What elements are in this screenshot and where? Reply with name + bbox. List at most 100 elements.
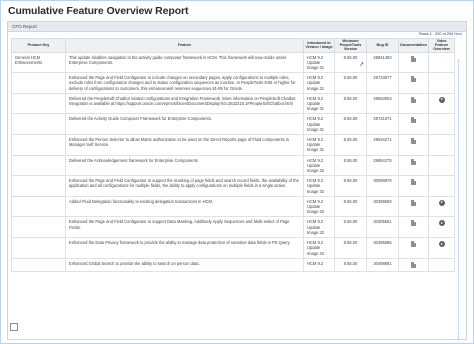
cell-product-key <box>11 92 66 115</box>
cell-product-key <box>11 237 66 259</box>
cell-video-overview <box>428 154 455 177</box>
cell-bug-id: 29721071 <box>366 113 399 136</box>
cell-documentation <box>398 216 429 239</box>
cell-video-overview <box>428 195 455 218</box>
table-row: Enhanced the Person Selector to allow Ma… <box>11 134 455 156</box>
cell-introduced-in: HCM 9.2 Update Image 31 <box>303 113 335 136</box>
table-row: Delivered the Activity Guide Composer Fr… <box>11 113 455 136</box>
cell-documentation <box>398 154 429 177</box>
panel-header: CFO Report <box>8 22 466 32</box>
column-header-introduced-in[interactable]: Introduced In Version / Image <box>303 38 335 53</box>
cell-feature: Delivered the Activity Guide Composer Fr… <box>65 113 304 136</box>
cell-introduced-in: HCM 9.2 <box>303 257 335 272</box>
play-video-icon[interactable] <box>438 241 445 248</box>
document-icon[interactable] <box>411 220 416 227</box>
cell-introduced-in: HCM 9.2 Update Image 31 <box>303 72 335 94</box>
cell-introduced-in: HCM 9.2 Update Image 32 <box>303 154 335 177</box>
cell-feature: Enhanced the Data Privacy framework to p… <box>65 237 304 259</box>
cell-bug-id: 29634271 <box>366 134 399 156</box>
table-header-row: Product Key Feature Introduced In Versio… <box>11 38 455 53</box>
table-row: Enhanced the Page and Field Configurator… <box>11 72 455 94</box>
cell-documentation <box>398 113 429 136</box>
cell-video-overview <box>428 175 455 197</box>
document-icon[interactable] <box>411 138 416 145</box>
cell-min-peopletools: 8.55.00 <box>334 154 367 177</box>
play-video-icon[interactable] <box>438 220 445 227</box>
column-header-min-peopletools[interactable]: Minimum PeopleTools Version <box>334 38 367 53</box>
table-row: Enhanced the Page and Field Configurator… <box>11 216 455 239</box>
cell-feature: Enhanced the Page and Field Configurator… <box>65 175 304 197</box>
row-select-checkbox[interactable] <box>10 323 18 331</box>
cell-feature: Delivered the Acknowledgement framework … <box>65 154 304 177</box>
cell-video-overview <box>428 92 455 115</box>
cell-feature: Delivered the PeopleSoft Chatbot related… <box>65 92 304 115</box>
cell-min-peopletools: 8.55.00 <box>334 195 367 218</box>
table-row: General HCM Enhancements This update disa… <box>11 51 455 74</box>
column-header-bug-id[interactable]: Bug ID <box>366 38 399 53</box>
table-row: Enhanced Global Search to provide the ab… <box>11 257 455 272</box>
document-icon[interactable] <box>411 55 416 62</box>
cell-product-key <box>11 113 66 136</box>
cell-documentation <box>398 92 429 115</box>
cell-video-overview <box>428 72 455 94</box>
cell-documentation <box>398 51 429 74</box>
cell-min-peopletools: 8.55.00 <box>334 216 367 239</box>
cell-video-overview <box>428 51 455 74</box>
cell-introduced-in: HCM 9.2 Update Image 33 <box>303 216 335 239</box>
cell-bug-id: 29653053 <box>366 92 399 115</box>
cell-product-key <box>11 257 66 272</box>
cell-bug-id: 29841483 <box>366 51 399 74</box>
document-icon[interactable] <box>411 117 416 124</box>
cell-product-key <box>11 216 66 239</box>
report-table: Product Key Feature Introduced In Versio… <box>11 38 455 272</box>
vertical-scrollbar[interactable] <box>458 60 461 339</box>
cell-video-overview <box>428 113 455 136</box>
cell-feature: Enhanced the Page and Field Configurator… <box>65 216 304 239</box>
play-video-icon[interactable] <box>438 96 445 103</box>
cell-product-key <box>11 134 66 156</box>
cell-video-overview <box>428 134 455 156</box>
document-icon[interactable] <box>411 76 416 83</box>
document-icon[interactable] <box>411 158 416 165</box>
document-icon[interactable] <box>411 199 416 206</box>
cell-min-peopletools: 8.55.00 <box>334 134 367 156</box>
cell-documentation <box>398 134 429 156</box>
column-header-documentation[interactable]: Documentation <box>398 38 429 53</box>
table-row: Enhanced the Page and Field Configurator… <box>11 175 455 197</box>
cell-bug-id: 29723877 <box>366 72 399 94</box>
document-icon[interactable] <box>411 179 416 186</box>
cell-product-key: General HCM Enhancements <box>11 51 66 74</box>
cell-feature: Enhanced the Page and Field Configurator… <box>65 72 304 94</box>
play-video-icon[interactable] <box>438 199 445 206</box>
column-header-video-overview[interactable]: Video Feature Overview <box>428 38 455 53</box>
cell-bug-id: 30305551 <box>366 216 399 239</box>
cell-min-peopletools: 8.56.00 <box>334 92 367 115</box>
cell-documentation <box>398 72 429 94</box>
document-icon[interactable] <box>411 241 416 248</box>
pager-range: Rows 1 - 200 of 294 <box>419 32 454 36</box>
cell-documentation <box>398 237 429 259</box>
cell-feature: Added Fluid Delegation functionality to … <box>65 195 304 218</box>
cell-min-peopletools: 8.55.00 <box>334 113 367 136</box>
cell-documentation <box>398 175 429 197</box>
page-title: Cumulative Feature Overview Report <box>8 5 189 17</box>
cell-product-key <box>11 154 66 177</box>
cell-documentation <box>398 195 429 218</box>
cell-introduced-in: HCM 9.2 Update Image 31 <box>303 134 335 156</box>
cell-documentation <box>398 257 429 272</box>
column-header-feature[interactable]: Feature <box>65 38 304 53</box>
cell-feature: Enhanced Global Search to provide the ab… <box>65 257 304 272</box>
cell-video-overview <box>428 216 455 239</box>
cell-product-key <box>11 72 66 94</box>
pager-next-link[interactable]: Next <box>454 32 462 36</box>
cell-min-peopletools: 8.55.00 <box>334 175 367 197</box>
column-header-product-key[interactable]: Product Key <box>11 38 66 53</box>
document-icon[interactable] <box>411 261 416 268</box>
document-icon[interactable] <box>411 96 416 103</box>
table-row: Delivered the PeopleSoft Chatbot related… <box>11 92 455 115</box>
cell-bug-id: 29854275 <box>366 154 399 177</box>
cell-min-peopletools: 8.55.00 <box>334 257 367 272</box>
cell-product-key <box>11 175 66 197</box>
cell-feature: Enhanced the Person Selector to allow Ma… <box>65 134 304 156</box>
cell-video-overview <box>428 237 455 259</box>
